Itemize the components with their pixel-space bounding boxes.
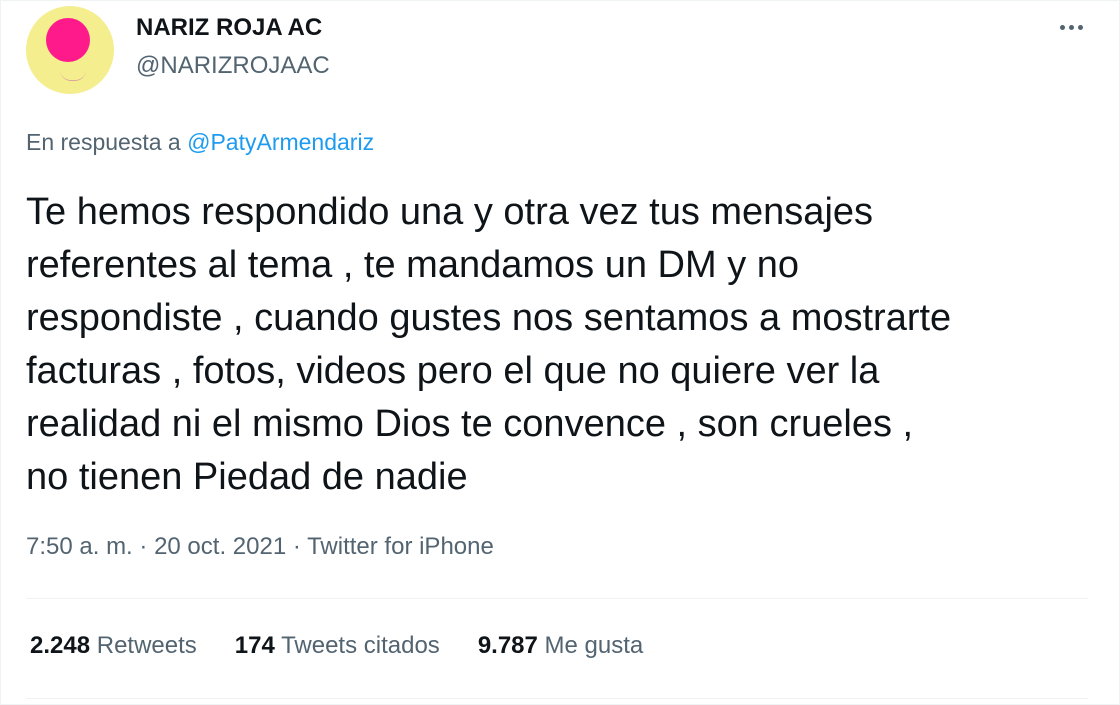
likes-count: 9.787 (477, 632, 538, 659)
tweet-meta: 7:50 a. m. · 20 oct. 2021 · Twitter for … (26, 533, 494, 561)
divider (26, 598, 1088, 599)
retweets-label: Retweets (96, 632, 197, 659)
more-horizontal-icon[interactable] (1054, 10, 1088, 44)
account-display-name[interactable]: NARIZ ROJA AC (136, 14, 322, 42)
meta-separator: · (132, 533, 155, 560)
smile-mark (60, 70, 86, 81)
reply-context: En respuesta a @PatyArmendariz (26, 129, 374, 156)
red-nose-logo (46, 18, 90, 62)
reply-prefix: En respuesta a (26, 129, 181, 155)
tweet-date[interactable]: 20 oct. 2021 (154, 533, 286, 560)
tweet-source[interactable]: Twitter for iPhone (307, 533, 494, 560)
likes-label: Me gusta (544, 632, 644, 659)
divider (26, 698, 1088, 699)
tweet-time[interactable]: 7:50 a. m. (26, 533, 133, 560)
avatar[interactable] (26, 6, 114, 94)
quotes-label: Tweets citados (281, 632, 440, 659)
tweet-stats: 2.248 Retweets 174 Tweets citados 9.787 … (30, 632, 643, 660)
retweets-stat[interactable]: 2.248 Retweets (30, 632, 197, 660)
retweets-count: 2.248 (30, 632, 91, 659)
quotes-stat[interactable]: 174 Tweets citados (235, 632, 440, 660)
tweet-text: Te hemos respondido una y otra vez tus m… (26, 191, 952, 498)
dot (1077, 24, 1083, 30)
account-handle[interactable]: @NARIZROJAAC (136, 52, 330, 80)
dot (1068, 24, 1074, 30)
quotes-count: 174 (234, 632, 275, 659)
meta-separator: · (286, 533, 308, 560)
likes-stat[interactable]: 9.787 Me gusta (478, 632, 643, 660)
reply-mention-link[interactable]: @PatyArmendariz (187, 129, 374, 155)
dot (1059, 24, 1065, 30)
